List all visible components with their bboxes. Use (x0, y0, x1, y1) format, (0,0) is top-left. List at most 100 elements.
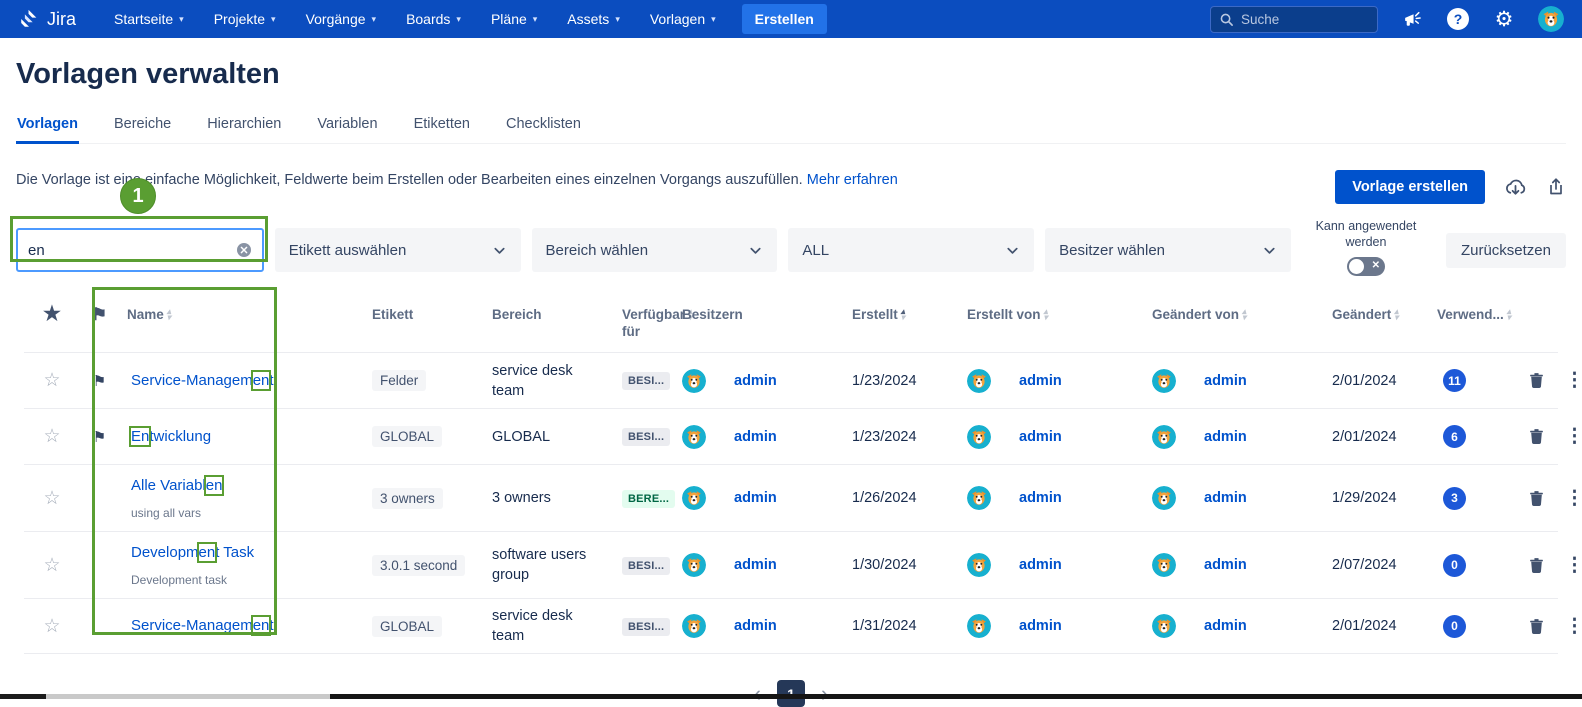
creator-avatar[interactable] (967, 486, 991, 510)
owner-link[interactable]: admin (734, 557, 777, 573)
reset-button[interactable]: Zurücksetzen (1446, 233, 1566, 268)
modifier-avatar[interactable] (1152, 553, 1176, 577)
help-button[interactable]: ? (1446, 7, 1470, 31)
creator-avatar[interactable] (967, 369, 991, 393)
column-header-geaendert[interactable]: Geändert▴▾ (1324, 306, 1429, 323)
sort-icon[interactable]: ▴▾ (167, 308, 171, 320)
tab-vorlagen[interactable]: Vorlagen (16, 112, 79, 144)
can-apply-toggle[interactable]: ✕ (1347, 257, 1385, 276)
learn-more-link[interactable]: Mehr erfahren (807, 172, 898, 188)
modifier-link[interactable]: admin (1204, 373, 1247, 389)
template-name-link[interactable]: Alle Variablen (131, 477, 222, 494)
create-button[interactable]: Erstellen (742, 4, 827, 34)
creator-link[interactable]: admin (1019, 618, 1062, 634)
nav-item-assets[interactable]: Assets▾ (555, 5, 632, 33)
delete-button[interactable] (1528, 618, 1545, 635)
import-button[interactable] (1504, 177, 1527, 198)
sort-icon[interactable]: ▴▾ (1044, 308, 1048, 320)
tab-bereiche[interactable]: Bereiche (113, 112, 172, 143)
column-header-etikett[interactable]: Etikett (364, 306, 484, 323)
more-actions-button[interactable]: ⋮ (1565, 615, 1582, 638)
flag-icon[interactable]: ⚑ (93, 372, 106, 390)
availability-select[interactable]: ALL (788, 228, 1034, 272)
modifier-link[interactable]: admin (1204, 429, 1247, 445)
favorite-star-icon[interactable]: ☆ (43, 369, 60, 392)
announcements-button[interactable] (1400, 7, 1424, 31)
flag-column-header-icon[interactable]: ⚑ (92, 306, 107, 323)
modifier-link[interactable]: admin (1204, 557, 1247, 573)
owner-avatar[interactable] (682, 425, 706, 449)
modifier-avatar[interactable] (1152, 369, 1176, 393)
modifier-link[interactable]: admin (1204, 490, 1247, 506)
column-header-bereich[interactable]: Bereich (484, 306, 614, 323)
creator-avatar[interactable] (967, 614, 991, 638)
favorite-star-icon[interactable]: ☆ (43, 487, 60, 510)
creator-avatar[interactable] (967, 553, 991, 577)
template-search-input[interactable] (28, 242, 236, 259)
column-header-geaendert-von[interactable]: Geändert von▴▾ (1144, 306, 1324, 323)
owner-link[interactable]: admin (734, 618, 777, 634)
creator-link[interactable]: admin (1019, 557, 1062, 573)
delete-button[interactable] (1528, 428, 1545, 445)
jira-logo[interactable]: Jira (18, 8, 76, 30)
delete-button[interactable] (1528, 372, 1545, 389)
modifier-avatar[interactable] (1152, 425, 1176, 449)
more-actions-button[interactable]: ⋮ (1565, 487, 1582, 510)
global-search-input[interactable] (1241, 12, 1361, 27)
nav-item-boards[interactable]: Boards▾ (394, 5, 473, 33)
settings-button[interactable]: ⚙ (1492, 7, 1516, 31)
owner-avatar[interactable] (682, 614, 706, 638)
more-actions-button[interactable]: ⋮ (1565, 554, 1582, 577)
modifier-avatar[interactable] (1152, 614, 1176, 638)
template-name-link[interactable]: Service-Management (131, 372, 274, 389)
template-name-link[interactable]: Development Task (131, 544, 254, 561)
bottom-scrollbar-track[interactable] (46, 694, 330, 699)
nav-item-vorlagen[interactable]: Vorlagen▾ (638, 5, 728, 33)
delete-button[interactable] (1528, 490, 1545, 507)
global-search[interactable] (1210, 6, 1378, 33)
tab-variablen[interactable]: Variablen (316, 112, 378, 143)
nav-item-projekte[interactable]: Projekte▾ (202, 5, 288, 33)
owner-link[interactable]: admin (734, 373, 777, 389)
label-select[interactable]: Etikett auswählen (275, 228, 521, 272)
create-template-button[interactable]: Vorlage erstellen (1335, 170, 1485, 204)
creator-link[interactable]: admin (1019, 490, 1062, 506)
tab-checklisten[interactable]: Checklisten (505, 112, 582, 143)
nav-item-startseite[interactable]: Startseite▾ (102, 5, 196, 33)
creator-avatar[interactable] (967, 425, 991, 449)
column-header-erstellt[interactable]: Erstellt▴▾ (844, 306, 959, 323)
owner-avatar[interactable] (682, 369, 706, 393)
favorite-star-icon[interactable]: ☆ (43, 425, 60, 448)
nav-item-plaene[interactable]: Pläne▾ (479, 5, 549, 33)
column-header-name[interactable]: Name▴▾ (119, 306, 364, 323)
owner-link[interactable]: admin (734, 429, 777, 445)
flag-icon[interactable]: ⚑ (93, 428, 106, 446)
sort-icon[interactable]: ▴▾ (1242, 308, 1246, 320)
sort-icon[interactable]: ▴▾ (1394, 308, 1398, 320)
modifier-avatar[interactable] (1152, 486, 1176, 510)
tab-hierarchien[interactable]: Hierarchien (206, 112, 282, 143)
scope-select[interactable]: Bereich wählen (532, 228, 778, 272)
template-search-field[interactable] (16, 228, 264, 272)
column-header-verfuegbar-fuer[interactable]: Verfügbar für▴▾ (614, 306, 674, 340)
star-column-header-icon[interactable]: ★ (43, 306, 61, 323)
owner-avatar[interactable] (682, 486, 706, 510)
favorite-star-icon[interactable]: ☆ (43, 554, 60, 577)
user-avatar[interactable] (1538, 6, 1564, 32)
sort-icon[interactable]: ▴▾ (1507, 308, 1511, 320)
delete-button[interactable] (1528, 557, 1545, 574)
modifier-link[interactable]: admin (1204, 618, 1247, 634)
favorite-star-icon[interactable]: ☆ (43, 615, 60, 638)
tab-etiketten[interactable]: Etiketten (413, 112, 471, 143)
owner-link[interactable]: admin (734, 490, 777, 506)
column-header-verwendungen[interactable]: Verwend...▴▾ (1429, 306, 1514, 323)
nav-item-vorgaenge[interactable]: Vorgänge▾ (294, 5, 388, 33)
template-name-link[interactable]: Entwicklung (131, 428, 211, 445)
sort-icon-active[interactable]: ▴▾ (901, 308, 905, 320)
owner-select[interactable]: Besitzer wählen (1045, 228, 1291, 272)
creator-link[interactable]: admin (1019, 429, 1062, 445)
clear-search-button[interactable] (236, 242, 252, 258)
creator-link[interactable]: admin (1019, 373, 1062, 389)
more-actions-button[interactable]: ⋮ (1565, 425, 1582, 448)
more-actions-button[interactable]: ⋮ (1565, 369, 1582, 392)
